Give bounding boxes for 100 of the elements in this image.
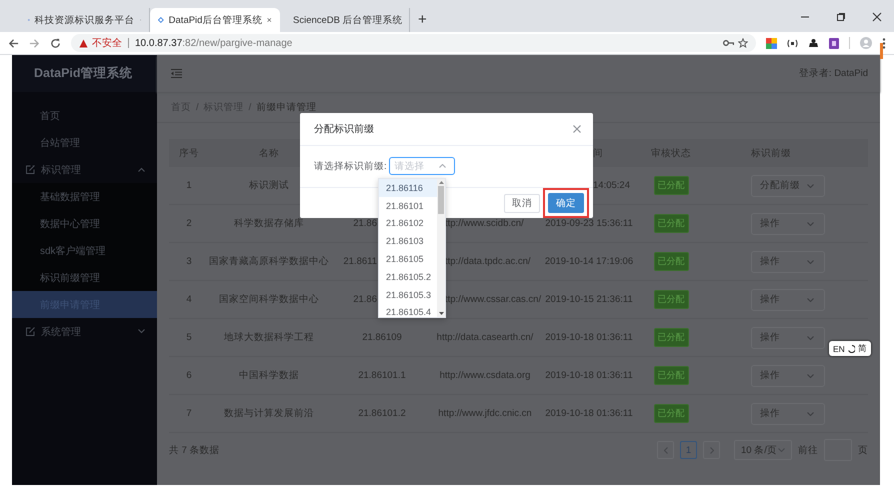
new-tab-button[interactable]: +	[418, 11, 427, 28]
table-cell: 4	[186, 294, 192, 305]
table-cell: ttp://www.cssar.cas.cn/	[445, 294, 542, 305]
breadcrumb-separator: /	[248, 102, 252, 112]
table-cell: 21.86109	[362, 332, 402, 343]
security-label: 不安全	[92, 36, 122, 50]
table-cell: 1	[186, 180, 192, 191]
table-cell: http://www.jfdc.cnic.cn	[438, 408, 532, 419]
table-cell: 2019-09-23 15:36:11	[545, 218, 633, 229]
scroll-thumb[interactable]	[438, 186, 444, 214]
status-tag: 已分配	[654, 252, 688, 271]
chevron-up-icon	[438, 164, 446, 168]
table-cell: 2019-10-18 01:36:11	[545, 332, 633, 343]
table-cell: 21.86101.2	[358, 408, 406, 419]
url-text: 10.0.87.37:82/new/pargive-manage	[135, 38, 292, 48]
address-field[interactable]: 不安全 10.0.87.37:82/new/pargive-manage	[71, 34, 756, 52]
menu-group[interactable]: 系统管理	[12, 318, 157, 345]
action-dropdown[interactable]: 操作	[751, 364, 825, 386]
extension-icon[interactable]	[808, 38, 819, 48]
dropdown-option[interactable]: 21.86105.2	[379, 268, 437, 286]
table-cell: 21.86101.1	[358, 370, 406, 381]
breadcrumb-item: 前缀申请管理	[256, 100, 316, 114]
app-title: DataPid管理系统	[12, 55, 157, 92]
key-icon[interactable]	[723, 39, 734, 47]
action-dropdown[interactable]: 操作	[751, 288, 825, 310]
cancel-button[interactable]: 取消	[504, 194, 540, 212]
dropdown-option[interactable]: 21.86103	[379, 232, 437, 250]
chevron-icon	[807, 222, 814, 226]
back-icon[interactable]	[8, 38, 19, 48]
table-cell: 2019-10-18 01:36:11	[545, 370, 633, 381]
table-cell: 2019-10-18 01:36:11	[545, 408, 633, 419]
table-cell: ttp://data.tpdc.ac.cn/	[445, 256, 531, 267]
restore-icon[interactable]	[836, 12, 846, 22]
table-cell: 数据与计算发展前沿	[224, 408, 314, 419]
chevron-icon	[807, 184, 814, 188]
action-dropdown[interactable]: 操作	[751, 402, 825, 424]
dropdown-option[interactable]: 21.86105.4	[379, 304, 437, 317]
status-tag: 已分配	[654, 404, 688, 423]
dropdown-option[interactable]: 21.86116	[379, 179, 437, 197]
table-cell: 3	[186, 256, 192, 267]
table-cell: 21.86	[353, 218, 377, 229]
placeholder-text: 请选择	[394, 160, 425, 173]
table-cell: 6	[186, 370, 192, 381]
table-cell: 2019-10-15 21:36:11	[545, 294, 633, 305]
table-cell: 7	[186, 408, 192, 419]
field-label: 请选择标识前缀:	[314, 160, 387, 173]
reload-icon[interactable]	[50, 38, 61, 48]
action-dropdown[interactable]: 操作	[751, 326, 825, 348]
star-icon[interactable]	[738, 38, 748, 48]
table-cell: 国家青藏高原科学数据中心	[209, 256, 329, 267]
status-tag: 已分配	[654, 176, 688, 195]
status-tag: 已分配	[654, 290, 688, 309]
table-cell: 地球大数据科学工程	[224, 332, 314, 343]
breadcrumb-separator: /	[196, 102, 199, 112]
menu-item[interactable]: 数据中心管理	[12, 210, 157, 237]
tab-favicon-icon	[158, 15, 164, 25]
dropdown-option[interactable]: 21.86102	[379, 214, 437, 232]
total-count: 共 7 条数据	[169, 444, 220, 456]
menu-group-label: 标识管理	[41, 164, 82, 176]
dropdown-option[interactable]: 21.86101	[379, 196, 437, 215]
table-cell: 21.8611	[343, 256, 377, 267]
prefix-select-field[interactable]: 请选择	[388, 157, 455, 176]
table-cell: 2	[186, 218, 192, 229]
table-cell: 国家空间科学数据中心	[219, 294, 319, 305]
input-method-badge[interactable]: EN 简	[829, 341, 871, 356]
menu-item[interactable]: 首页	[12, 102, 157, 129]
extension-icon[interactable]	[787, 38, 798, 48]
browser-tab[interactable]: DataPid后台管理系统	[150, 8, 280, 32]
forward-icon[interactable]	[29, 38, 40, 48]
menu-fold-icon[interactable]	[171, 69, 182, 78]
menu-item[interactable]: 标识前缀管理	[12, 264, 157, 291]
chevron-icon	[807, 412, 814, 416]
table-cell: 中国科学数据	[239, 370, 299, 381]
menu-group[interactable]: 标识管理	[12, 156, 157, 183]
user-label: 登录者: DataPid	[798, 67, 868, 80]
scroll-up-icon[interactable]	[438, 181, 444, 184]
scroll-down-icon[interactable]	[438, 312, 444, 315]
table-cell: 科学数据存储库	[234, 218, 304, 229]
warning-icon	[79, 38, 88, 48]
table-cell: http://www.csdata.org	[440, 370, 530, 381]
scrollbar[interactable]	[437, 179, 445, 317]
page-suffix-label: 页	[858, 444, 868, 456]
table-cell: ttp://www.scidb.cn/	[445, 218, 524, 229]
status-tag: 已分配	[654, 328, 688, 347]
page-scrollbar[interactable]	[880, 43, 883, 59]
menu-item[interactable]: 基础数据管理	[12, 183, 157, 210]
menu-item[interactable]: 台站管理	[12, 129, 157, 156]
table-cell: 2019-10-14 17:19:06	[544, 256, 634, 267]
goto-label: 前往	[798, 444, 818, 456]
dropdown-option[interactable]: 21.86105	[379, 250, 437, 268]
menu-item[interactable]: sdk客户端管理	[12, 237, 157, 264]
confirm-button[interactable]: 确定	[548, 193, 584, 213]
extension-icon[interactable]	[829, 38, 839, 48]
chevron-icon	[138, 329, 145, 334]
action-dropdown[interactable]: 操作	[751, 250, 825, 272]
chevron-icon	[807, 298, 814, 302]
dropdown-option[interactable]: 21.86105.3	[379, 286, 437, 304]
status-tag: 已分配	[654, 366, 688, 385]
action-dropdown[interactable]: 操作	[751, 212, 825, 234]
page-size-dropdown[interactable]: 10 条/页	[734, 440, 792, 460]
